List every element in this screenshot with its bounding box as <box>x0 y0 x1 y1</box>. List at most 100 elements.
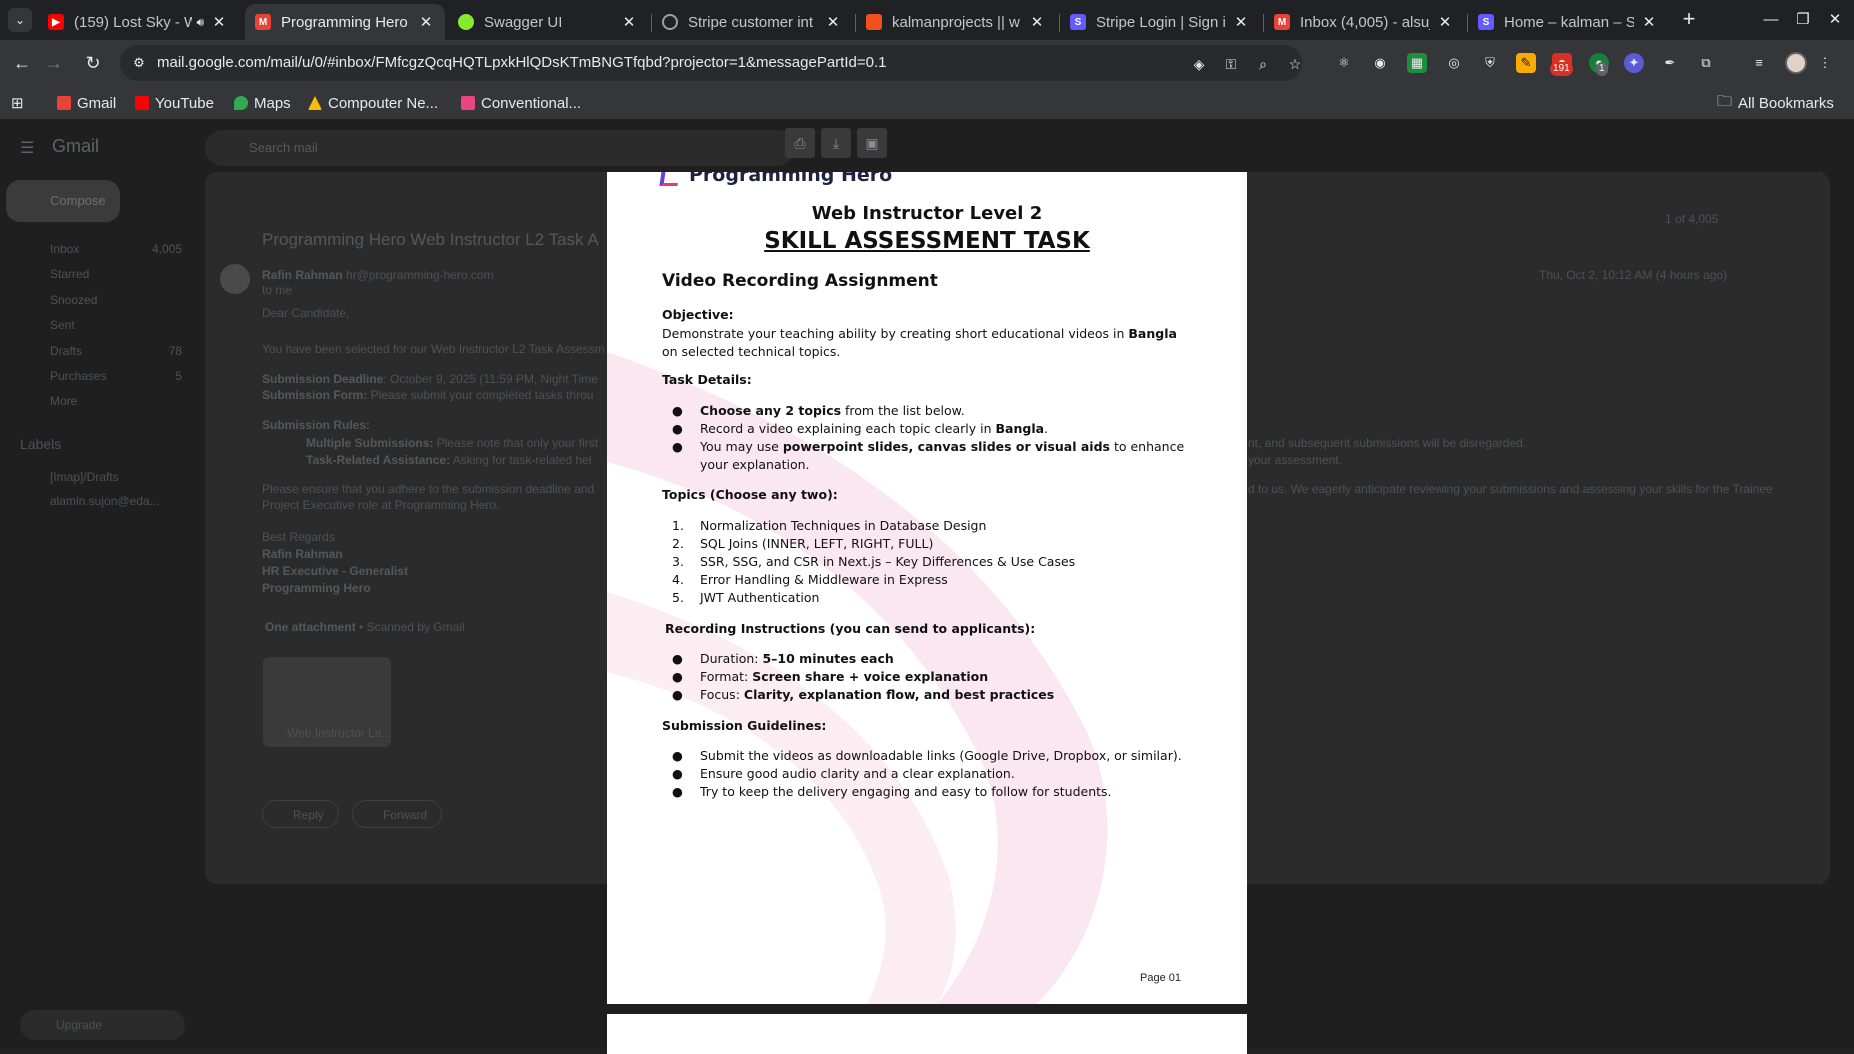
bookmark-drive[interactable]: Compouter Ne... <box>308 93 438 113</box>
sidebar-item-drafts[interactable]: Drafts 78 <box>22 344 182 364</box>
notes-extension-icon[interactable]: ✎ <box>1516 53 1536 73</box>
guideline-text: Try to keep the delivery engaging and ea… <box>700 784 1112 799</box>
print-icon[interactable]: ⎙ <box>785 128 815 158</box>
text-run: Focus: <box>700 687 744 702</box>
closing-line: Please ensure that you adhere to the sub… <box>262 482 595 496</box>
new-tab-button[interactable]: + <box>1677 8 1701 32</box>
upgrade-button[interactable]: Upgrade <box>20 1010 185 1040</box>
url-text[interactable]: mail.google.com/mail/u/0/#inbox/FMfcgzQc… <box>157 54 886 71</box>
text-run: from the list below. <box>841 403 965 418</box>
label-item[interactable]: alamin.sujon@eda... <box>22 494 182 514</box>
close-tab-icon[interactable]: ✕ <box>1028 13 1046 31</box>
lens-icon[interactable]: ◈ <box>1189 54 1209 74</box>
rule-2-tail: your assessment. <box>1248 453 1343 467</box>
back-button[interactable]: ← <box>10 51 34 75</box>
all-bookmarks-button[interactable]: 🗀︎ All Bookmarks <box>1717 93 1834 113</box>
sheets-extension-icon[interactable]: ▦ <box>1407 53 1427 73</box>
password-key-icon[interactable]: ⚿ <box>1221 54 1241 74</box>
close-tab-icon[interactable]: ✕ <box>1232 13 1250 31</box>
nav-count: 4,005 <box>151 242 182 256</box>
text-run: You may use <box>700 439 783 454</box>
tab-inbox[interactable]: M Inbox (4,005) - alsuj ✕ <box>1264 4 1464 40</box>
apps-grid-icon[interactable]: ⊞ <box>11 93 24 113</box>
sig-org: Programming Hero <box>262 581 371 595</box>
main-menu-icon[interactable]: ☰ <box>20 138 34 158</box>
rules-heading-text: Submission Rules: <box>262 418 371 432</box>
extensions-puzzle-icon[interactable]: ⧉ <box>1696 53 1716 73</box>
deadline-line: Submission Deadline: October 9, 2025 (11… <box>262 372 598 386</box>
media-controls-icon[interactable]: ≡ <box>1749 53 1769 73</box>
ai-extension-icon[interactable]: ✦ <box>1624 53 1644 73</box>
list-item: 2. SQL Joins (INNER, LEFT, RIGHT, FULL) <box>662 535 1192 553</box>
sidebar-item-more[interactable]: More <box>22 394 182 414</box>
tab-search-button[interactable]: ⌄ <box>8 8 32 32</box>
tab-stripe-customer[interactable]: Stripe customer int ✕ <box>652 4 852 40</box>
sidebar-item-sent[interactable]: Sent <box>22 318 182 338</box>
mail-search-input[interactable]: Search mail <box>205 130 795 166</box>
minimize-window-button[interactable]: — <box>1759 8 1783 32</box>
close-tab-icon[interactable]: ✕ <box>620 13 638 31</box>
chrome-menu-icon[interactable]: ⋮ <box>1815 53 1835 73</box>
text-run-bold: Clarity, explanation flow, and best prac… <box>743 687 1055 702</box>
reply-button[interactable]: Reply <box>262 800 339 828</box>
restore-window-button[interactable]: ❐ <box>1791 8 1815 32</box>
close-window-button[interactable]: ✕ <box>1823 8 1847 32</box>
sender-email: hr@programming-hero.com <box>346 268 494 282</box>
bookmark-conventional[interactable]: Conventional... <box>461 93 581 113</box>
bookmark-star-icon[interactable]: ☆ <box>1285 54 1305 74</box>
reload-button[interactable]: ↻ <box>81 51 105 75</box>
drive-save-icon[interactable]: ▣ <box>857 128 887 158</box>
forward-button[interactable]: Forward <box>352 800 443 828</box>
profile-avatar[interactable] <box>1785 52 1807 74</box>
sidebar-item-snoozed[interactable]: Snoozed <box>22 293 182 313</box>
react-devtools-icon[interactable]: ⚛ <box>1334 53 1354 73</box>
tab-programming-hero[interactable]: M Programming Hero ✕ <box>245 4 445 40</box>
close-tab-icon[interactable]: ✕ <box>417 13 435 31</box>
bullet: ● <box>672 766 683 781</box>
number-marker: 2. <box>672 536 684 551</box>
label-item[interactable]: [Imap]/Drafts <box>22 470 182 490</box>
close-tab-icon[interactable]: ✕ <box>1436 13 1454 31</box>
shield-extension-icon[interactable]: ⛨ <box>1480 53 1500 73</box>
task-details-label: Task Details: <box>662 372 752 387</box>
all-bookmarks-label: All Bookmarks <box>1738 94 1834 112</box>
extension-eye-icon[interactable]: ◉ <box>1370 53 1390 73</box>
download-icon[interactable]: ⤓ <box>821 128 851 158</box>
sidebar-item-purchases[interactable]: Purchases 5 <box>22 369 182 389</box>
close-tab-icon[interactable]: ✕ <box>824 13 842 31</box>
compose-button[interactable]: Compose <box>6 180 120 222</box>
list-item: ● Format: Screen share + voice explanatio… <box>662 668 1192 686</box>
tab-stripe-login[interactable]: S Stripe Login | Sign in ✕ <box>1060 4 1260 40</box>
bookmark-maps[interactable]: Maps <box>234 93 291 113</box>
recipient[interactable]: to me <box>262 283 292 297</box>
address-bar[interactable]: ⚙︎ mail.google.com/mail/u/0/#inbox/FMfcg… <box>120 45 1302 81</box>
tab-stripe-home[interactable]: S Home – kalman – St ✕ <box>1468 4 1668 40</box>
nav-count: 78 <box>168 344 182 358</box>
zoom-icon[interactable]: ⌕ <box>1253 54 1273 74</box>
tab-swagger[interactable]: Swagger UI ✕ <box>448 4 648 40</box>
form-value: Please submit your completed tasks throu <box>367 388 594 402</box>
close-tab-icon[interactable]: ✕ <box>210 13 228 31</box>
sidebar-item-starred[interactable]: Starred <box>22 267 182 287</box>
doc-title: SKILL ASSESSMENT TASK <box>764 228 1090 254</box>
sidebar-item-inbox[interactable]: Inbox 4,005 <box>22 242 182 262</box>
forward-button[interactable]: → <box>42 51 66 75</box>
list-item: ● Focus: Clarity, explanation flow, and b… <box>662 686 1192 704</box>
site-info-icon[interactable]: ⚙︎ <box>130 54 148 72</box>
gmail-icon <box>57 96 71 110</box>
tab-title: Inbox (4,005) - alsuj <box>1300 13 1430 31</box>
topics-list: 1. Normalization Techniques in Database D… <box>662 517 1192 607</box>
speaker-icon[interactable]: 🔊︎ <box>196 15 204 30</box>
tab-figma[interactable]: kalmanprojects || w ✕ <box>856 4 1056 40</box>
mail-subject: Programming Hero Web Instructor L2 Task … <box>262 230 599 249</box>
color-picker-icon[interactable]: ✒ <box>1660 53 1680 73</box>
close-tab-icon[interactable]: ✕ <box>1640 13 1658 31</box>
label-name: [Imap]/Drafts <box>50 470 119 484</box>
bookmark-gmail[interactable]: Gmail <box>57 93 116 113</box>
tab-youtube[interactable]: ▶ (159) Lost Sky - W 🔊︎ ✕ <box>38 4 238 40</box>
topic-text: Error Handling & Middleware in Express <box>700 572 948 587</box>
rule-value: Please note that only your first <box>433 436 599 450</box>
attachment-name[interactable]: Web Instructor Le... <box>287 726 392 740</box>
bookmark-youtube[interactable]: YouTube <box>135 93 214 113</box>
target-extension-icon[interactable]: ◎ <box>1444 53 1464 73</box>
